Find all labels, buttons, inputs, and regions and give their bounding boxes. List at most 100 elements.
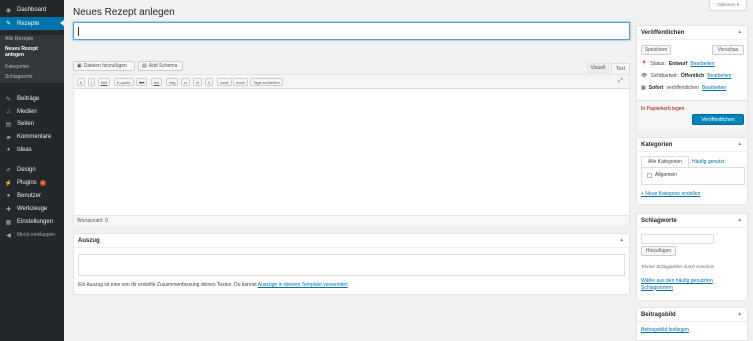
status-row: 📍 Status: Entwurf Bearbeiten [641, 61, 715, 67]
category-item[interactable]: Allgemein [647, 172, 677, 178]
menu-einstellungen[interactable]: ▦ Einstellungen [0, 216, 64, 228]
fullscreen-icon[interactable]: ⤢ [618, 78, 623, 85]
menu-design[interactable]: ✐ Design [0, 164, 64, 176]
qt-li-button[interactable]: li [205, 78, 213, 86]
schema-icon: ▤ [142, 63, 147, 69]
qt-more-button[interactable]: more [233, 78, 249, 86]
menu-label: Menü einklappen [17, 232, 56, 238]
qt-bold-button[interactable]: b [77, 78, 86, 86]
submenu-categories[interactable]: Kategorien [5, 64, 29, 71]
excerpt-title: Auszug [78, 237, 100, 244]
schedule-edit-link[interactable]: Bearbeiten [702, 85, 726, 91]
menu-plugins[interactable]: ⚡ Plugins 1 [0, 177, 64, 189]
media-icon: ▣ [77, 63, 82, 69]
menu-beitraege[interactable]: ✎ Beiträge [0, 93, 64, 105]
excerpt-box-header[interactable]: Auszug ▲ [74, 234, 629, 248]
user-icon: ● [6, 193, 11, 199]
tab-popular-categories[interactable]: Häufig genutzt [692, 156, 724, 167]
add-category-link[interactable]: + Neue Kategorie erstellen [641, 191, 700, 197]
schedule-text: veröffentlichen [666, 85, 699, 91]
qt-ol-button[interactable]: ol [193, 78, 203, 86]
set-featured-image-link[interactable]: Beitragsbild festlegen [641, 327, 689, 333]
choose-popular-tags-link[interactable]: Wähle aus den häufig genutzten Schlagwör… [641, 278, 713, 291]
caret-up-icon[interactable]: ▲ [738, 311, 742, 316]
menu-seiten[interactable]: ▤ Seiten [0, 118, 64, 130]
qt-del-button[interactable]: del [136, 78, 148, 86]
categories-box: Kategorien ▲ Alle Kategorien Häufig genu… [636, 137, 748, 205]
screen-options-button[interactable]: Optionen ▾ [709, 0, 747, 11]
page-icon: ▤ [5, 121, 12, 128]
qt-blockquote-button[interactable]: b-quote [114, 78, 134, 86]
page-title: Neues Rezept anlegen [73, 7, 175, 18]
caret-up-icon[interactable]: ▲ [738, 29, 742, 34]
menu-label: Benutzer [17, 193, 42, 199]
pin-icon: 📍 [641, 61, 648, 67]
menu-ideas[interactable]: ♦ Ideas [0, 144, 64, 156]
menu-rezepte[interactable]: ✎ Rezepte [0, 17, 64, 30]
excerpt-box: Auszug ▲ Ein Auszug ist eine von dir ers… [73, 233, 630, 295]
tags-box: Schlagworte ▲ Hinzufügen Trenne Schlagwö… [636, 213, 748, 301]
qt-link-button[interactable]: link [98, 78, 111, 86]
preview-button[interactable]: Vorschau [712, 45, 744, 55]
word-count: Wortanzahl: 0 [74, 215, 629, 225]
publish-box: Veröffentlichen ▲ Speichern Vorschau 📍 S… [636, 25, 748, 130]
submenu-new-recipe[interactable]: Neues Rezept anlegen [5, 46, 38, 58]
dashboard-icon: ◉ [5, 7, 12, 14]
menu-dashboard[interactable]: ◉ Dashboard [0, 4, 64, 16]
publish-box-header[interactable]: Veröffentlichen ▲ [637, 26, 747, 40]
menu-werkzeuge[interactable]: ✚ Werkzeuge [0, 203, 64, 215]
menu-kommentare[interactable]: ▰ Kommentare [0, 131, 64, 143]
publish-button[interactable]: Veröffentlichen [692, 114, 744, 125]
status-value: Entwurf [668, 61, 688, 67]
visibility-edit-link[interactable]: Bearbeiten [707, 73, 731, 79]
featured-image-box: Beitragsbild ▲ Beitragsbild festlegen [636, 307, 748, 341]
categories-box-header[interactable]: Kategorien ▲ [637, 138, 747, 152]
menu-collapse[interactable]: ◀ Menü einklappen [0, 229, 64, 241]
featured-image-title: Beitragsbild [641, 311, 676, 318]
tab-all-categories[interactable]: Alle Kategorien [641, 156, 689, 167]
collapse-icon: ◀ [6, 232, 11, 239]
publish-title: Veröffentlichen [641, 29, 685, 36]
qt-italic-button[interactable]: i [88, 78, 95, 86]
tag-input[interactable] [641, 234, 714, 244]
add-schema-button[interactable]: ▤ Add Schema [138, 61, 183, 71]
tags-title: Schlagworte [641, 217, 677, 224]
trash-link[interactable]: In Papierkorb legen [641, 106, 684, 112]
schedule-prefix: Sofort [648, 85, 664, 91]
submenu-tags[interactable]: Schlagworte [5, 74, 33, 81]
pin-icon: ✎ [5, 96, 12, 103]
menu-label: Beiträge [17, 96, 40, 102]
comment-icon: ▰ [6, 134, 11, 141]
calendar-icon: ▦ [641, 85, 646, 91]
excerpt-help-text: Ein Auszug ist eine von dir erstellte Zu… [78, 282, 258, 288]
caret-up-icon[interactable]: ▲ [738, 217, 742, 222]
submenu-all-recipes[interactable]: Alle Rezepte [5, 36, 33, 43]
pin-icon: ✎ [5, 21, 12, 27]
save-draft-button[interactable]: Speichern [641, 45, 671, 55]
tab-text[interactable]: Text [611, 63, 630, 73]
excerpt-help-link[interactable]: Auszüge in deinem Template verwenden [258, 282, 348, 288]
add-media-button[interactable]: ▣ Dateien hinzufügen [73, 61, 135, 71]
content-editor: b i link b-quote del ins img ul ol li co… [73, 74, 630, 225]
submenu-new-recipe-line2: anlegen [5, 51, 24, 58]
qt-ins-button[interactable]: ins [151, 78, 163, 86]
category-checkbox[interactable] [647, 172, 652, 178]
tab-visual[interactable]: Visuell [587, 63, 609, 73]
featured-image-box-header[interactable]: Beitragsbild ▲ [637, 308, 747, 322]
add-tag-button[interactable]: Hinzufügen [641, 246, 676, 256]
tags-box-header[interactable]: Schlagworte ▲ [637, 214, 747, 228]
menu-medien[interactable]: ♫ Medien [0, 106, 64, 118]
qt-img-button[interactable]: img [166, 78, 179, 86]
caret-up-icon[interactable]: ▲ [738, 141, 742, 146]
title-input[interactable] [73, 22, 630, 40]
qt-close-tags-button[interactable]: Tags schließen [250, 78, 283, 86]
menu-label: Design [17, 167, 36, 173]
qt-ul-button[interactable]: ul [181, 78, 191, 86]
menu-benutzer[interactable]: ● Benutzer [0, 190, 64, 202]
qt-code-button[interactable]: code [217, 78, 232, 86]
caret-up-icon[interactable]: ▲ [620, 237, 624, 242]
visibility-value: Öffentlich [680, 73, 705, 79]
categories-list: Allgemein [641, 167, 745, 185]
excerpt-textarea[interactable] [78, 254, 625, 276]
status-edit-link[interactable]: Bearbeiten [690, 61, 714, 67]
